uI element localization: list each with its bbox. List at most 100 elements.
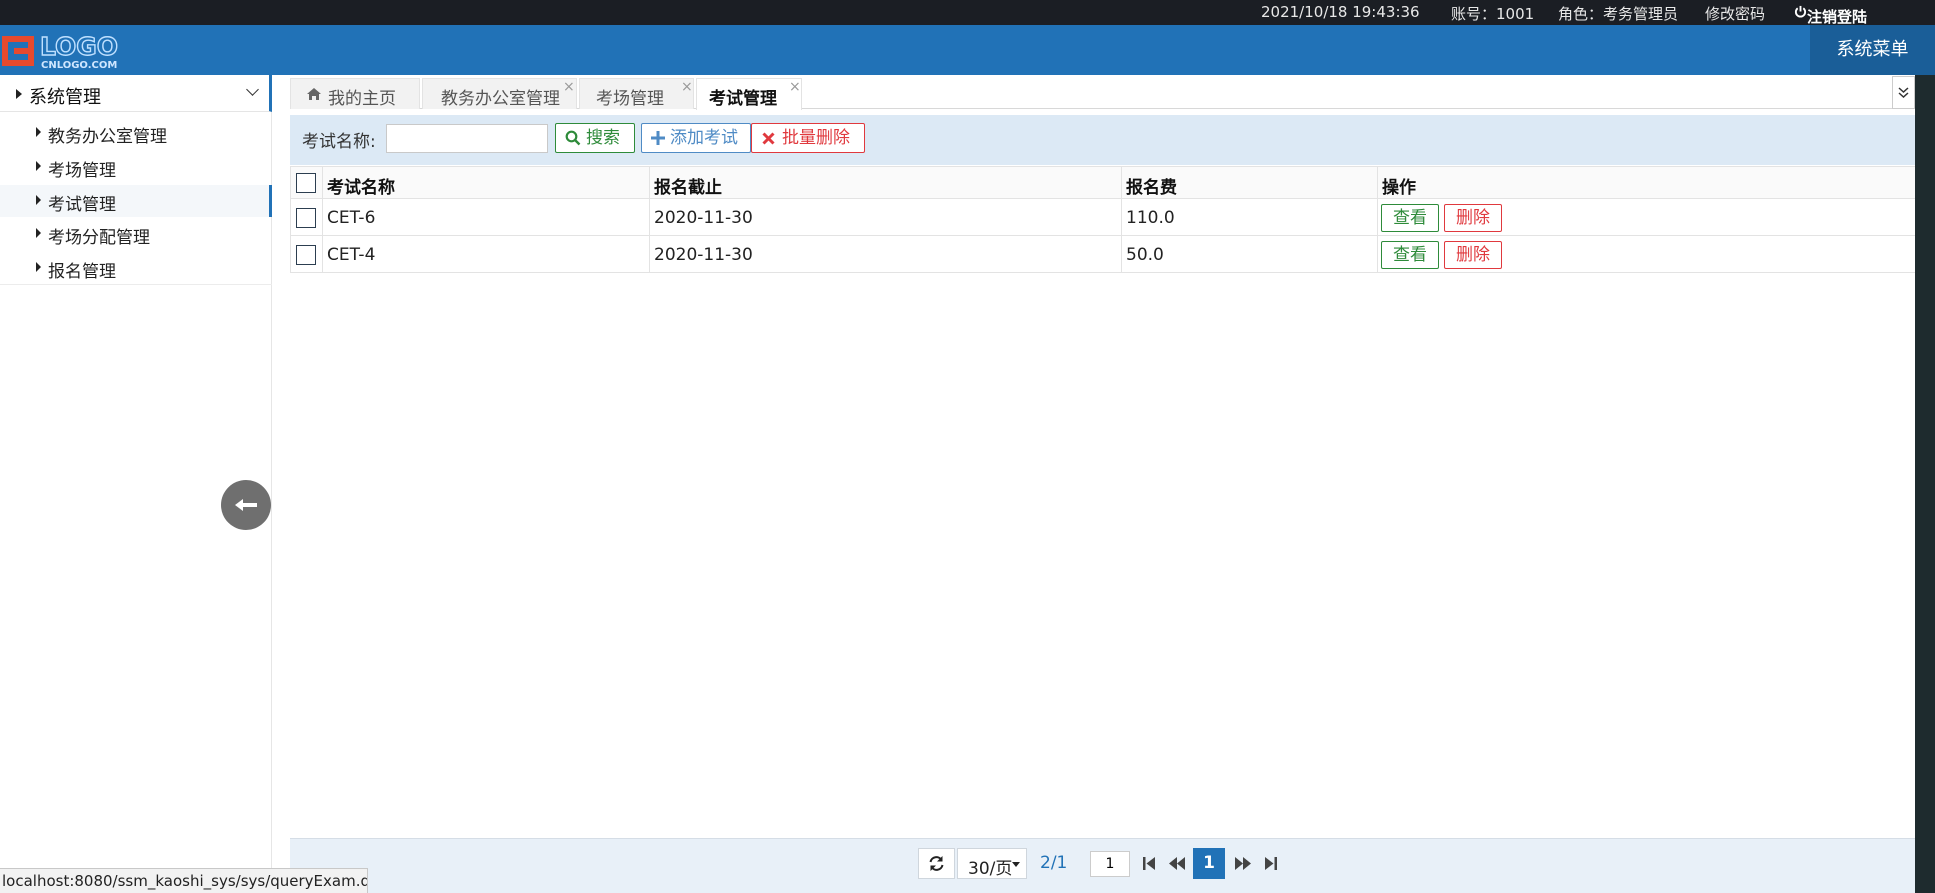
arrow-left-icon — [235, 499, 257, 511]
app-header: LOGO CNLOGO.COM 系统菜单 — [0, 25, 1935, 75]
logo-image: LOGO CNLOGO.COM — [2, 31, 119, 71]
batch-delete-button-label: 批量删除 — [782, 128, 850, 148]
change-password-link[interactable]: 修改密码 — [1705, 3, 1765, 24]
fee-cell: 110.0 — [1121, 199, 1377, 235]
sidebar-divider — [0, 284, 272, 285]
row-select-cell — [290, 236, 322, 272]
cell-text: CET-6 — [327, 208, 376, 228]
column-header: 报名截止 — [649, 167, 1121, 198]
close-icon[interactable]: × — [563, 79, 575, 95]
search-button[interactable]: 搜索 — [555, 123, 635, 153]
collapse-sidebar-button[interactable] — [221, 480, 271, 530]
tab-bar: 我的主页 教务办公室管理 × 考场管理 × 考试管理 × — [290, 75, 1915, 110]
exam-name-input[interactable] — [386, 124, 548, 153]
batch-delete-button[interactable]: 批量删除 — [751, 123, 865, 153]
next-page-button[interactable] — [1228, 848, 1257, 879]
deadline-cell: 2020-11-30 — [649, 236, 1121, 272]
caret-right-icon — [16, 89, 22, 99]
exam-name-label: 考试名称: — [302, 132, 376, 152]
actions-cell: 查看 删除 — [1377, 199, 1915, 235]
sidebar-item-office[interactable]: 教务办公室管理 — [0, 117, 272, 149]
tab-label: 教务办公室管理 — [441, 89, 560, 109]
delete-button[interactable]: 删除 — [1444, 241, 1502, 269]
table-row: CET-4 2020-11-30 50.0 查看 删除 — [290, 236, 1915, 273]
sidebar-group-system[interactable]: 系统管理 — [0, 75, 272, 112]
caret-right-icon — [36, 127, 41, 137]
column-header-label: 报名截止 — [654, 178, 722, 198]
delete-button[interactable]: 删除 — [1444, 204, 1502, 232]
sidebar: 系统管理 教务办公室管理 考场管理 考试管理 考场分配管理 报名管理 — [0, 75, 272, 893]
tab-exam-room[interactable]: 考场管理 × — [579, 78, 694, 109]
role-display: 角色：考务管理员 — [1558, 5, 1679, 23]
search-button-label: 搜索 — [586, 128, 620, 148]
previous-page-button[interactable] — [1163, 848, 1192, 879]
cell-text: 2020-11-30 — [654, 245, 753, 265]
sidebar-item-exam[interactable]: 考试管理 — [0, 185, 272, 217]
page-info: 2/1 — [1040, 853, 1068, 873]
tab-label: 我的主页 — [328, 89, 396, 109]
column-header: 考试名称 — [322, 167, 649, 198]
pagination-bar: 30/页 2/1 1 — [290, 838, 1915, 893]
cell-text: 50.0 — [1126, 245, 1164, 265]
row-checkbox[interactable] — [296, 245, 316, 265]
table-header-row: 考试名称 报名截止 报名费 操作 — [290, 166, 1915, 199]
page-size-select[interactable]: 30/页 — [957, 848, 1027, 879]
tab-label: 考场管理 — [596, 89, 664, 109]
refresh-icon — [929, 856, 944, 871]
cell-text: 110.0 — [1126, 208, 1175, 228]
select-all-cell — [290, 167, 322, 198]
page-size-value: 30/页 — [968, 859, 1013, 879]
sidebar-item-label: 教务办公室管理 — [48, 127, 167, 147]
tab-office[interactable]: 教务办公室管理 × — [422, 78, 577, 109]
sidebar-group-label: 系统管理 — [29, 87, 101, 108]
datetime-display: 2021/10/18 19:43:36 — [1261, 3, 1420, 21]
tab-exam[interactable]: 考试管理 × — [696, 78, 802, 110]
caret-down-icon — [1012, 862, 1020, 867]
exam-name-cell: CET-4 — [322, 236, 649, 272]
page-number-input[interactable] — [1090, 851, 1130, 877]
caret-right-icon — [36, 262, 41, 272]
select-all-checkbox[interactable] — [296, 173, 316, 193]
actions-cell: 查看 删除 — [1377, 236, 1915, 272]
table-row: CET-6 2020-11-30 110.0 查看 删除 — [290, 199, 1915, 236]
row-checkbox[interactable] — [296, 208, 316, 228]
view-button[interactable]: 查看 — [1381, 241, 1439, 269]
last-page-button[interactable] — [1256, 848, 1285, 879]
sidebar-item-label: 考场分配管理 — [48, 228, 150, 248]
sidebar-item-registration[interactable]: 报名管理 — [0, 252, 272, 284]
fee-cell: 50.0 — [1121, 236, 1377, 272]
logo-text: LOGO — [40, 32, 118, 61]
first-page-button[interactable] — [1135, 848, 1164, 879]
refresh-button[interactable] — [918, 848, 955, 879]
backward-icon — [1169, 857, 1185, 870]
sidebar-item-exam-room[interactable]: 考场管理 — [0, 151, 272, 183]
tab-home[interactable]: 我的主页 — [290, 78, 420, 109]
sidebar-item-room-assignment[interactable]: 考场分配管理 — [0, 218, 272, 250]
tab-list-dropdown[interactable] — [1892, 76, 1915, 109]
view-button[interactable]: 查看 — [1381, 204, 1439, 232]
row-select-cell — [290, 199, 322, 235]
top-status-bar: 2021/10/18 19:43:36 账号：1001 角色：考务管理员 修改密… — [0, 0, 1935, 26]
tab-label: 考试管理 — [709, 89, 777, 109]
first-page-icon — [1143, 857, 1155, 870]
plus-icon — [651, 131, 665, 145]
add-exam-button[interactable]: 添加考试 — [641, 123, 751, 153]
system-menu-button[interactable]: 系统菜单 — [1810, 25, 1935, 75]
column-header: 报名费 — [1121, 167, 1377, 198]
search-toolbar: 考试名称: 搜索 添加考试 批量删除 — [290, 115, 1915, 165]
search-icon — [565, 130, 581, 146]
close-icon[interactable]: × — [789, 79, 801, 95]
logo-subtext: CNLOGO.COM — [41, 60, 117, 71]
close-icon[interactable]: × — [681, 79, 693, 95]
chevron-down-icon — [246, 83, 259, 96]
window-edge-strip — [1915, 75, 1935, 893]
caret-right-icon — [36, 161, 41, 171]
current-page-button[interactable]: 1 — [1193, 848, 1225, 879]
home-icon — [307, 88, 321, 100]
deadline-cell: 2020-11-30 — [649, 199, 1121, 235]
sidebar-item-label: 考场管理 — [48, 161, 116, 181]
forward-icon — [1235, 857, 1251, 870]
times-icon — [762, 132, 775, 145]
add-exam-button-label: 添加考试 — [670, 128, 738, 148]
logout-link[interactable]: 注销登陆 — [1794, 3, 1867, 26]
